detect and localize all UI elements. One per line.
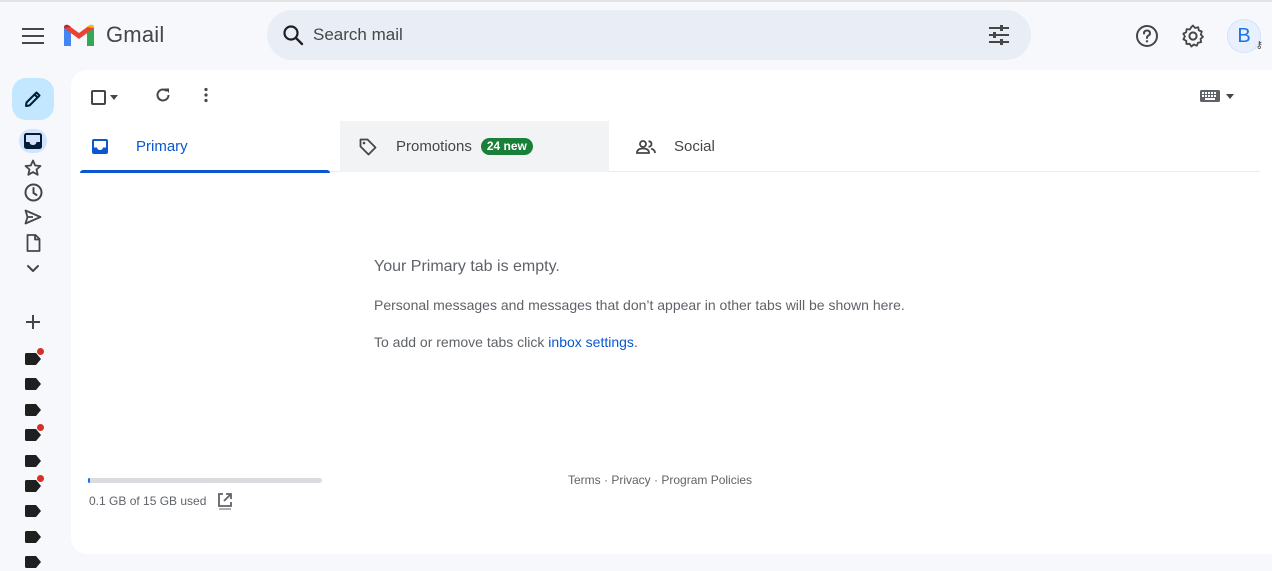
footer-separator: · <box>650 473 662 487</box>
tab-label: Social <box>674 138 715 155</box>
clock-icon <box>24 183 42 201</box>
draft-icon <box>26 234 40 252</box>
label-tag-icon[interactable] <box>25 454 41 467</box>
help-icon <box>1136 25 1158 47</box>
input-tools-button[interactable] <box>1200 88 1240 104</box>
empty-state-description: Personal messages and messages that don’… <box>374 297 905 313</box>
label-tag-icon[interactable] <box>25 530 41 543</box>
caret-down-icon <box>1226 93 1234 99</box>
new-count-badge: 24 new <box>480 138 533 155</box>
active-tab-indicator <box>80 170 330 173</box>
category-tabs: Primary Promotions 24 new Social <box>80 121 1260 173</box>
label-tag-icon[interactable] <box>25 424 44 441</box>
open-in-new-icon <box>218 493 232 510</box>
footer-links: Terms · Privacy · Program Policies <box>568 473 752 487</box>
nav-inbox[interactable] <box>19 129 47 153</box>
gmail-logo[interactable]: Gmail <box>62 22 164 48</box>
nav-drafts[interactable] <box>21 232 45 254</box>
compose-button[interactable] <box>12 78 54 120</box>
people-icon <box>636 137 656 157</box>
tab-social[interactable]: Social <box>620 121 870 172</box>
privacy-link[interactable]: Privacy <box>611 473 650 487</box>
label-tag-icon[interactable] <box>25 504 41 517</box>
top-border <box>0 0 1272 2</box>
settings-button[interactable] <box>1177 20 1209 52</box>
storage-meter <box>88 478 322 483</box>
footer-separator: · <box>600 473 612 487</box>
search-icon[interactable] <box>279 21 307 49</box>
keyboard-icon <box>1200 90 1220 102</box>
gear-icon <box>1182 24 1204 48</box>
inbox-icon <box>90 137 110 157</box>
tab-primary[interactable]: Primary <box>80 121 330 173</box>
tab-label: Promotions <box>396 138 472 155</box>
unread-dot <box>37 475 44 482</box>
select-checkbox[interactable] <box>91 86 129 108</box>
account-avatar[interactable]: B ⚷ <box>1227 19 1263 53</box>
label-tag-icon[interactable] <box>25 348 44 365</box>
tag-icon <box>358 137 378 157</box>
checkbox-icon <box>91 89 106 105</box>
hint-text: To add or remove tabs click <box>374 334 549 350</box>
more-options-button[interactable] <box>195 84 217 106</box>
label-tag-icon[interactable] <box>25 555 41 568</box>
avatar-letter: B <box>1237 24 1251 47</box>
nav-starred[interactable] <box>21 157 45 179</box>
tab-promotions[interactable]: Promotions 24 new <box>340 121 609 172</box>
label-tag-icon[interactable] <box>25 377 41 390</box>
program-policies-link[interactable]: Program Policies <box>661 473 752 487</box>
main-menu-button[interactable] <box>16 20 50 52</box>
nav-more[interactable] <box>21 258 45 280</box>
tab-label: Primary <box>136 138 188 155</box>
hint-suffix: . <box>633 334 638 350</box>
nav-snoozed[interactable] <box>21 181 45 203</box>
unread-dot <box>37 424 44 431</box>
hamburger-icon <box>22 28 44 44</box>
send-icon <box>24 209 42 225</box>
manage-storage-link[interactable] <box>216 491 234 511</box>
gmail-m-icon <box>64 24 94 46</box>
empty-state-hint: To add or remove tabs click inbox settin… <box>374 334 638 350</box>
mail-list-panel: Primary Promotions 24 new Social Your Pr… <box>71 70 1272 554</box>
label-tag-icon[interactable] <box>25 475 44 492</box>
pencil-icon <box>25 91 41 107</box>
inbox-icon <box>24 133 42 149</box>
create-label-button[interactable] <box>21 311 45 333</box>
storage-usage-text: 0.1 GB of 15 GB used <box>89 494 207 508</box>
unread-dot <box>37 348 44 355</box>
label-tag-icon[interactable] <box>25 403 41 416</box>
chevron-down-icon <box>27 265 39 272</box>
search-options-icon[interactable] <box>985 22 1013 48</box>
key-icon: ⚷ <box>1255 40 1263 51</box>
caret-down-icon <box>110 94 118 100</box>
search-bar[interactable] <box>267 10 1031 60</box>
empty-state-title: Your Primary tab is empty. <box>374 258 560 275</box>
help-button[interactable] <box>1131 20 1163 52</box>
refresh-icon <box>156 88 170 102</box>
terms-link[interactable]: Terms <box>568 473 601 487</box>
app-name: Gmail <box>106 22 165 47</box>
inbox-settings-link[interactable]: inbox settings <box>548 334 634 350</box>
plus-icon <box>26 315 40 329</box>
nav-sent[interactable] <box>21 206 45 228</box>
search-input[interactable] <box>313 22 973 48</box>
more-vert-icon <box>204 87 208 103</box>
storage-meter-fill <box>88 478 90 483</box>
refresh-button[interactable] <box>152 84 174 106</box>
star-icon <box>24 159 42 176</box>
